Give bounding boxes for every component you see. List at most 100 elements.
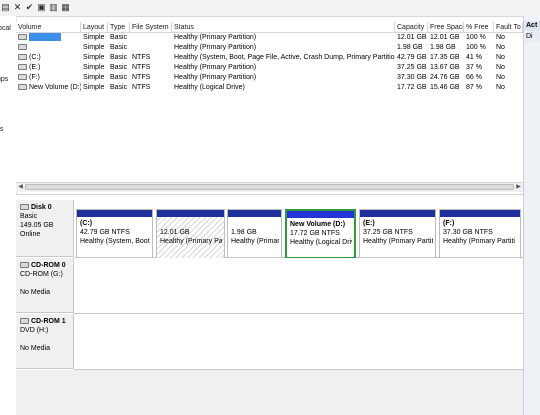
cell-volume: New Volume (D:): [16, 83, 81, 93]
partition-f[interactable]: (F:) 37.30 GB NTFS Healthy (Primary Part…: [439, 209, 521, 259]
selection-highlight: [29, 33, 61, 42]
partition-d[interactable]: New Volume (D:) 17.72 GB NTFS Healthy (L…: [285, 209, 356, 259]
cell-capacity: 1.98 GB: [395, 43, 428, 53]
col-header-free-space[interactable]: Free Space: [428, 22, 464, 33]
cell-percent-free: 41 %: [464, 53, 494, 63]
scroll-thumb[interactable]: [25, 184, 514, 190]
cell-type-text: Basic: [110, 74, 128, 81]
partition-e-title: (E:): [363, 220, 375, 227]
cdrom-0-area: [74, 258, 523, 314]
nav-item-local[interactable]: ocal: [0, 25, 11, 32]
col-header-layout[interactable]: Layout: [81, 22, 108, 33]
partition-e-status: Healthy (Primary Partiti: [363, 238, 433, 245]
cell-filesystem: [130, 43, 172, 53]
col-header-type[interactable]: Type: [108, 22, 130, 33]
nav-item-ns[interactable]: ns: [0, 126, 3, 133]
cell-status: Healthy (Primary Partition): [172, 43, 395, 53]
nav-item-groups[interactable]: ups: [0, 76, 8, 83]
col-header-volume[interactable]: Volume: [16, 22, 81, 33]
cell-filesystem: NTFS: [130, 53, 172, 63]
cell-capacity: 12.01 GB: [395, 33, 428, 43]
disk-0-label[interactable]: Disk 0 Basic 149.05 GB Online: [16, 200, 74, 257]
cell-status: Healthy (Primary Partition): [172, 73, 395, 83]
cell-status: Healthy (Logical Drive): [172, 83, 395, 93]
cell-status-text: Healthy (Primary Partition): [174, 44, 257, 51]
cell-percent-free-text: 87 %: [466, 84, 482, 91]
graph-filler: [16, 370, 523, 386]
cdrom-1-type: DVD (H:): [20, 327, 49, 334]
dvd-icon: [20, 318, 29, 325]
cell-layout-text: Simple: [83, 44, 105, 51]
scroll-left-icon[interactable]: ◀: [16, 183, 25, 192]
actions-header: Act: [524, 21, 540, 31]
cell-capacity: 37.30 GB: [395, 73, 428, 83]
partition-c[interactable]: (C:) 42.79 GB NTFS Healthy (System, Boot…: [76, 209, 153, 259]
disk-0-size: 149.05 GB: [20, 222, 54, 229]
col-header-fault-tolerance[interactable]: Fault To: [494, 22, 523, 33]
cell-fault-tolerance-text: No: [496, 54, 505, 61]
table-row[interactable]: Simple Basic Healthy (Primary Partition) 12…: [16, 33, 523, 43]
help-icon[interactable]: ▦: [60, 2, 71, 13]
cell-fault-tolerance: No: [494, 73, 523, 83]
cdrom-1-area: [74, 314, 523, 370]
cell-layout-text: Simple: [83, 74, 105, 81]
cell-volume: (E:): [16, 63, 81, 73]
table-row[interactable]: (C:) Simple Basic NTFS Healthy (System, Boot…: [16, 53, 523, 63]
cell-percent-free-text: 41 %: [466, 54, 482, 61]
properties-icon[interactable]: ▤: [0, 2, 11, 13]
partition-unlabeled-12gb[interactable]: 12.01 GB Healthy (Primary Par: [156, 209, 225, 259]
table-row[interactable]: (E:) Simple Basic NTFS Healthy (Primary Part…: [16, 63, 523, 73]
horizontal-scrollbar[interactable]: ◀ ▶: [16, 182, 523, 192]
table-row[interactable]: (F:) Simple Basic NTFS Healthy (Primary Part…: [16, 73, 523, 83]
cell-type: Basic: [108, 83, 130, 93]
partition-198gb-status: Healthy (Primar: [231, 238, 279, 245]
cell-fault-tolerance: No: [494, 43, 523, 53]
partition-c-title: (C:): [80, 220, 93, 227]
cell-type: Basic: [108, 73, 130, 83]
cell-free-space-text: 12.01 GB: [430, 34, 460, 41]
actions-subheader[interactable]: Di: [524, 32, 540, 42]
col-header-filesystem[interactable]: File System: [130, 22, 172, 33]
cell-status: Healthy (Primary Partition): [172, 63, 395, 73]
cell-status-text: Healthy (System, Boot, Page File, Active…: [174, 54, 395, 61]
col-header-capacity[interactable]: Capacity: [395, 22, 428, 33]
delete-icon[interactable]: ✕: [12, 2, 23, 13]
cell-capacity: 42.79 GB: [395, 53, 428, 63]
cell-layout: Simple: [81, 83, 108, 93]
cell-volume-text: (F:): [29, 74, 40, 81]
volume-list: Volume Layout Type File System Status Ca…: [16, 22, 523, 182]
col-header-percent-free[interactable]: % Free: [464, 22, 494, 33]
cell-free-space-text: 1.98 GB: [430, 44, 456, 51]
partition-d-title: New Volume (D:): [290, 221, 346, 228]
cell-fault-tolerance: No: [494, 53, 523, 63]
cell-capacity-text: 37.30 GB: [397, 74, 427, 81]
table-row[interactable]: Simple Basic Healthy (Primary Partition) 1.…: [16, 43, 523, 53]
partition-c-status: Healthy (System, Boot, P: [80, 238, 150, 245]
cell-volume: (C:): [16, 53, 81, 63]
cell-filesystem: NTFS: [130, 63, 172, 73]
cell-volume-text: (E:): [29, 64, 41, 71]
cell-layout: Simple: [81, 63, 108, 73]
partition-unlabeled-198gb[interactable]: 1.98 GB Healthy (Primar: [227, 209, 282, 259]
col-header-status[interactable]: Status: [172, 22, 395, 33]
explore-icon[interactable]: ▥: [48, 2, 59, 13]
cdrom-0-label[interactable]: CD-ROM 0 CD-ROM (G:) No Media: [16, 258, 74, 313]
table-row[interactable]: New Volume (D:) Simple Basic NTFS Healthy (L…: [16, 83, 523, 93]
partition-e[interactable]: (E:) 37.25 GB NTFS Healthy (Primary Part…: [359, 209, 436, 259]
cell-capacity-text: 1.98 GB: [397, 44, 423, 51]
cell-free-space-text: 15.46 GB: [430, 84, 460, 91]
check-icon[interactable]: ✔: [24, 2, 35, 13]
cell-percent-free-text: 100 %: [466, 34, 486, 41]
cell-free-space-text: 13.67 GB: [430, 64, 460, 71]
cell-free-space: 17.35 GB: [428, 53, 464, 63]
cell-filesystem: NTFS: [130, 73, 172, 83]
cdrom-1-label[interactable]: CD-ROM 1 DVD (H:) No Media: [16, 314, 74, 369]
cell-percent-free: 100 %: [464, 43, 494, 53]
cell-percent-free-text: 100 %: [466, 44, 486, 51]
cell-type: Basic: [108, 53, 130, 63]
cell-type: Basic: [108, 33, 130, 43]
toolbar: ▤ ✕ ✔ ▣ ▥ ▦: [0, 0, 540, 17]
scroll-right-icon[interactable]: ▶: [514, 183, 523, 192]
open-icon[interactable]: ▣: [36, 2, 47, 13]
cell-fault-tolerance-text: No: [496, 84, 505, 91]
